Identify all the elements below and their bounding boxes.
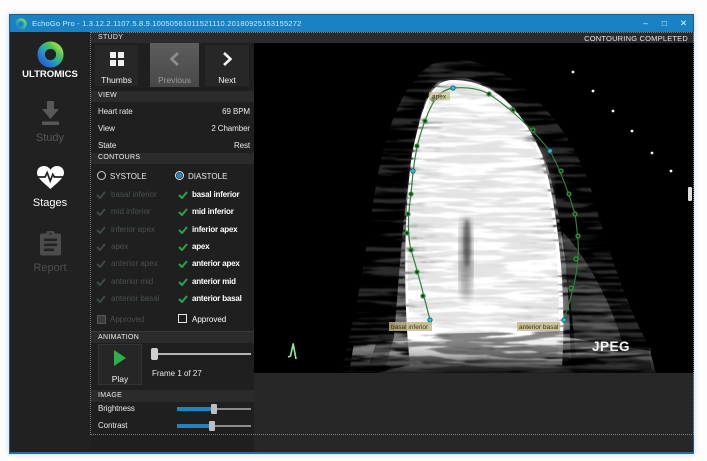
svg-text:apex: apex: [432, 94, 447, 101]
svg-text:anterior basal: anterior basal: [519, 324, 559, 331]
svg-text:basal inferior: basal inferior: [391, 324, 429, 331]
svg-text:JPEG: JPEG: [592, 339, 630, 354]
